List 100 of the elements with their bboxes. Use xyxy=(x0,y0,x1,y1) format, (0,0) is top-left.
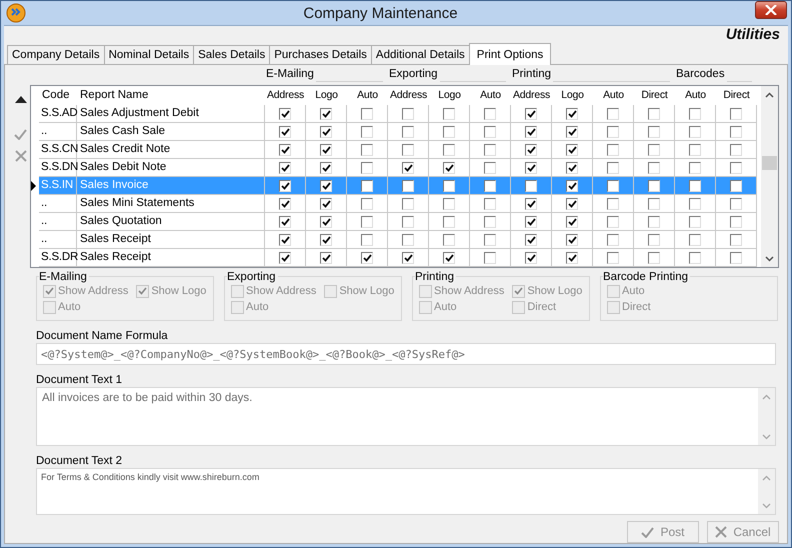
checkbox[interactable] xyxy=(566,234,578,246)
table-row[interactable]: S.S.CN Sales Credit Note xyxy=(31,141,757,159)
checkbox[interactable] xyxy=(525,126,537,138)
checkbox[interactable] xyxy=(279,126,291,138)
checkbox[interactable] xyxy=(361,126,373,138)
checkbox[interactable] xyxy=(566,108,578,120)
checkbox[interactable] xyxy=(566,180,578,192)
checkbox[interactable] xyxy=(525,180,537,192)
checkbox[interactable] xyxy=(320,108,332,120)
checkbox[interactable] xyxy=(607,252,619,264)
checkbox[interactable] xyxy=(279,216,291,228)
checkbox[interactable] xyxy=(443,216,455,228)
checkbox[interactable] xyxy=(566,126,578,138)
checkbox[interactable] xyxy=(443,234,455,246)
checkbox[interactable] xyxy=(361,144,373,156)
checkbox[interactable] xyxy=(402,108,414,120)
table-row[interactable]: S.S.AD Sales Adjustment Debit xyxy=(31,105,757,123)
checkmark-icon[interactable] xyxy=(14,129,27,140)
checkbox[interactable] xyxy=(402,198,414,210)
checkbox[interactable] xyxy=(730,144,742,156)
tab[interactable]: Print Options xyxy=(468,43,552,65)
tab[interactable]: Company Details xyxy=(7,45,105,64)
chevron-up-icon[interactable] xyxy=(765,92,774,98)
checkbox[interactable] xyxy=(689,216,701,228)
checkbox[interactable] xyxy=(361,198,373,210)
checkbox[interactable] xyxy=(730,126,742,138)
checkbox[interactable] xyxy=(648,198,660,210)
checkbox[interactable] xyxy=(484,108,496,120)
checkbox[interactable] xyxy=(320,162,332,174)
checkbox[interactable] xyxy=(689,108,701,120)
checkbox[interactable] xyxy=(689,234,701,246)
checkbox[interactable] xyxy=(320,180,332,192)
checkbox[interactable] xyxy=(484,234,496,246)
checkbox[interactable] xyxy=(279,162,291,174)
checkbox[interactable] xyxy=(607,126,619,138)
checkbox[interactable] xyxy=(402,180,414,192)
checkbox[interactable] xyxy=(730,234,742,246)
checkbox[interactable] xyxy=(525,108,537,120)
checkbox[interactable] xyxy=(279,198,291,210)
checkbox[interactable] xyxy=(320,252,332,264)
checkbox[interactable] xyxy=(361,234,373,246)
checkbox[interactable] xyxy=(361,180,373,192)
checkbox[interactable] xyxy=(279,180,291,192)
checkbox[interactable] xyxy=(607,216,619,228)
checkbox[interactable] xyxy=(607,108,619,120)
checkbox[interactable] xyxy=(320,198,332,210)
checkbox[interactable] xyxy=(730,252,742,264)
table-row[interactable]: .. Sales Quotation xyxy=(31,213,757,231)
checkbox[interactable] xyxy=(484,144,496,156)
checkbox[interactable] xyxy=(443,198,455,210)
table-row[interactable]: S.S.DR Sales Receipt xyxy=(31,249,757,267)
checkbox[interactable] xyxy=(525,144,537,156)
checkbox[interactable] xyxy=(402,126,414,138)
checkbox[interactable] xyxy=(648,108,660,120)
checkbox[interactable] xyxy=(730,180,742,192)
checkbox[interactable] xyxy=(361,108,373,120)
checkbox[interactable] xyxy=(443,126,455,138)
checkbox[interactable] xyxy=(402,162,414,174)
checkbox[interactable] xyxy=(648,144,660,156)
checkbox[interactable] xyxy=(361,162,373,174)
checkbox[interactable] xyxy=(320,216,332,228)
checkbox[interactable] xyxy=(566,198,578,210)
checkbox[interactable] xyxy=(525,252,537,264)
checkbox[interactable] xyxy=(525,216,537,228)
checkbox[interactable] xyxy=(648,180,660,192)
checkbox[interactable] xyxy=(279,252,291,264)
checkbox[interactable] xyxy=(402,252,414,264)
checkbox[interactable] xyxy=(730,162,742,174)
checkbox[interactable] xyxy=(484,162,496,174)
checkbox[interactable] xyxy=(484,198,496,210)
checkbox[interactable] xyxy=(361,216,373,228)
checkbox[interactable] xyxy=(320,234,332,246)
scroll-thumb[interactable] xyxy=(762,156,777,170)
checkbox[interactable] xyxy=(689,198,701,210)
checkbox[interactable] xyxy=(689,162,701,174)
checkbox[interactable] xyxy=(607,198,619,210)
checkbox[interactable] xyxy=(361,252,373,264)
checkbox[interactable] xyxy=(443,252,455,264)
checkbox[interactable] xyxy=(525,162,537,174)
checkbox[interactable] xyxy=(648,162,660,174)
vertical-scrollbar[interactable] xyxy=(761,86,778,267)
checkbox[interactable] xyxy=(648,234,660,246)
checkbox[interactable] xyxy=(730,198,742,210)
checkbox[interactable] xyxy=(689,126,701,138)
checkbox[interactable] xyxy=(566,216,578,228)
checkbox[interactable] xyxy=(607,162,619,174)
move-up-icon[interactable] xyxy=(14,96,26,103)
checkbox[interactable] xyxy=(566,252,578,264)
checkbox[interactable] xyxy=(484,126,496,138)
checkbox[interactable] xyxy=(279,144,291,156)
checkbox[interactable] xyxy=(525,198,537,210)
input-field[interactable]: <@?System@>_<@?CompanyNo@>_<@?SystemBook@>_<@?Book@>_<@?SysRef@> xyxy=(36,343,776,365)
checkbox[interactable] xyxy=(402,234,414,246)
checkbox[interactable] xyxy=(443,162,455,174)
checkbox[interactable] xyxy=(525,234,537,246)
checkbox[interactable] xyxy=(443,144,455,156)
checkbox[interactable] xyxy=(607,144,619,156)
checkbox[interactable] xyxy=(320,144,332,156)
checkbox[interactable] xyxy=(689,144,701,156)
checkbox[interactable] xyxy=(566,162,578,174)
